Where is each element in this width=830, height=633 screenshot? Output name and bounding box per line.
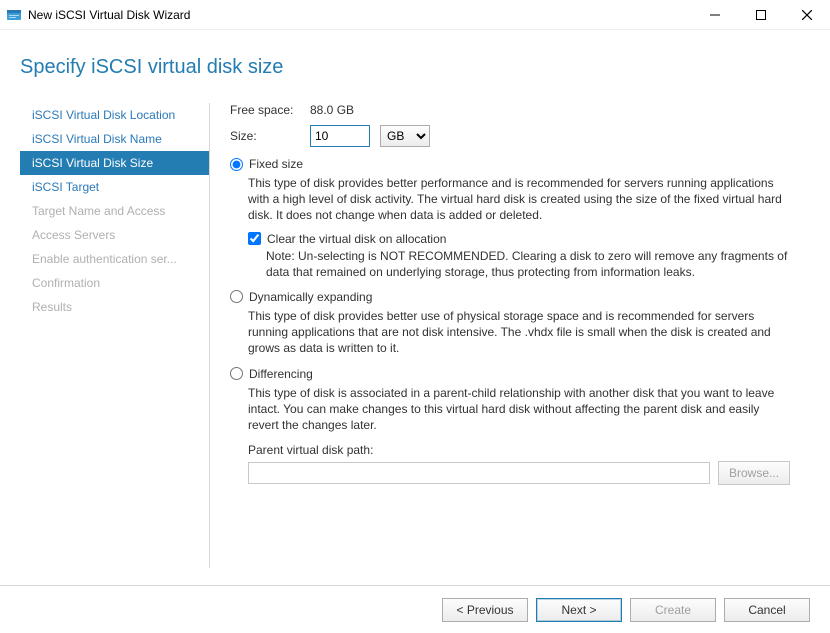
step-confirmation: Confirmation	[20, 271, 209, 295]
free-space-label: Free space:	[230, 103, 310, 117]
step-target[interactable]: iSCSI Target	[20, 175, 209, 199]
step-results: Results	[20, 295, 209, 319]
step-access-servers: Access Servers	[20, 223, 209, 247]
step-location[interactable]: iSCSI Virtual Disk Location	[20, 103, 209, 127]
wizard-footer: < Previous Next > Create Cancel	[0, 585, 830, 633]
close-button[interactable]	[784, 0, 830, 30]
disk-type-dynamic[interactable]: Dynamically expanding	[230, 290, 790, 304]
diff-desc: This type of disk is associated in a par…	[248, 385, 790, 434]
wizard-steps-sidebar: iSCSI Virtual Disk Location iSCSI Virtua…	[20, 103, 210, 568]
maximize-button[interactable]	[738, 0, 784, 30]
size-unit-select[interactable]: GB	[380, 125, 430, 147]
disk-type-fixed[interactable]: Fixed size	[230, 157, 790, 171]
disk-type-fixed-radio[interactable]	[230, 158, 243, 171]
app-icon	[6, 7, 22, 23]
page-title: Specify iSCSI virtual disk size	[20, 56, 810, 79]
step-auth: Enable authentication ser...	[20, 247, 209, 271]
disk-type-diff-label: Differencing	[249, 367, 313, 381]
parent-path-label: Parent virtual disk path:	[248, 443, 790, 457]
minimize-button[interactable]	[692, 0, 738, 30]
create-button: Create	[630, 598, 716, 622]
free-space-value: 88.0 GB	[310, 103, 354, 117]
step-target-name: Target Name and Access	[20, 199, 209, 223]
size-label: Size:	[230, 129, 310, 143]
next-button[interactable]: Next >	[536, 598, 622, 622]
disk-type-fixed-label: Fixed size	[249, 157, 303, 171]
window-title: New iSCSI Virtual Disk Wizard	[28, 8, 190, 22]
step-name[interactable]: iSCSI Virtual Disk Name	[20, 127, 209, 151]
cancel-button[interactable]: Cancel	[724, 598, 810, 622]
main-panel: Free space: 88.0 GB Size: GB Fixed size …	[210, 103, 810, 568]
size-input[interactable]	[310, 125, 370, 147]
browse-button: Browse...	[718, 461, 790, 485]
step-size[interactable]: iSCSI Virtual Disk Size	[20, 151, 209, 175]
dynamic-desc: This type of disk provides better use of…	[248, 308, 790, 357]
clear-on-alloc-checkbox[interactable]	[248, 232, 261, 245]
clear-on-alloc-note: Note: Un-selecting is NOT RECOMMENDED. C…	[266, 248, 790, 280]
disk-type-diff-radio[interactable]	[230, 367, 243, 380]
parent-path-input	[248, 462, 710, 484]
previous-button[interactable]: < Previous	[442, 598, 528, 622]
disk-type-dynamic-radio[interactable]	[230, 290, 243, 303]
fixed-desc: This type of disk provides better perfor…	[248, 175, 790, 224]
disk-type-diff[interactable]: Differencing	[230, 367, 790, 381]
titlebar: New iSCSI Virtual Disk Wizard	[0, 0, 830, 30]
clear-on-alloc[interactable]: Clear the virtual disk on allocation	[248, 232, 790, 246]
clear-on-alloc-label: Clear the virtual disk on allocation	[267, 232, 446, 246]
disk-type-dynamic-label: Dynamically expanding	[249, 290, 372, 304]
